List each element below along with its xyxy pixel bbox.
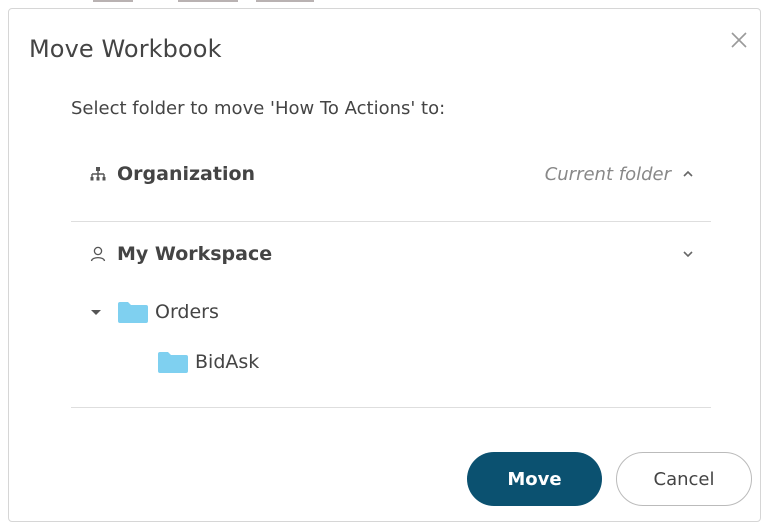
folder-row-my-workspace[interactable]: My Workspace [71, 226, 711, 282]
folder-row-organization[interactable]: Organization Current folder [71, 146, 711, 202]
close-icon [731, 32, 747, 48]
tree-item-orders-label: Orders [155, 301, 219, 323]
user-icon [89, 245, 107, 263]
folder-icon [118, 302, 148, 323]
folder-label-organization: Organization [117, 163, 256, 185]
move-button[interactable]: Move [467, 452, 602, 506]
org-chart-icon [89, 165, 107, 183]
dialog-title: Move Workbook [29, 35, 222, 63]
close-button[interactable] [728, 29, 750, 51]
background-window-edge [0, 0, 762, 6]
current-folder-label: Current folder [544, 163, 671, 185]
move-workbook-dialog: Move Workbook Select folder to move 'How… [8, 8, 761, 522]
background-edge-segment [256, 0, 314, 2]
divider [71, 407, 711, 408]
background-edge-segment [93, 0, 133, 2]
tree-item-bidask-label: BidAsk [195, 351, 260, 373]
cancel-button[interactable]: Cancel [616, 452, 752, 506]
tree-item-bidask[interactable]: BidAsk [157, 350, 259, 374]
folder-label-my-workspace: My Workspace [117, 243, 273, 265]
chevron-up-icon[interactable] [681, 167, 695, 181]
folder-icon [158, 352, 188, 373]
chevron-down-icon[interactable] [681, 247, 695, 261]
caret-down-icon[interactable] [89, 305, 103, 319]
tree-item-orders[interactable]: Orders [89, 300, 219, 324]
divider [71, 221, 711, 222]
dialog-prompt: Select folder to move 'How To Actions' t… [71, 98, 446, 119]
background-edge-segment [178, 0, 238, 2]
